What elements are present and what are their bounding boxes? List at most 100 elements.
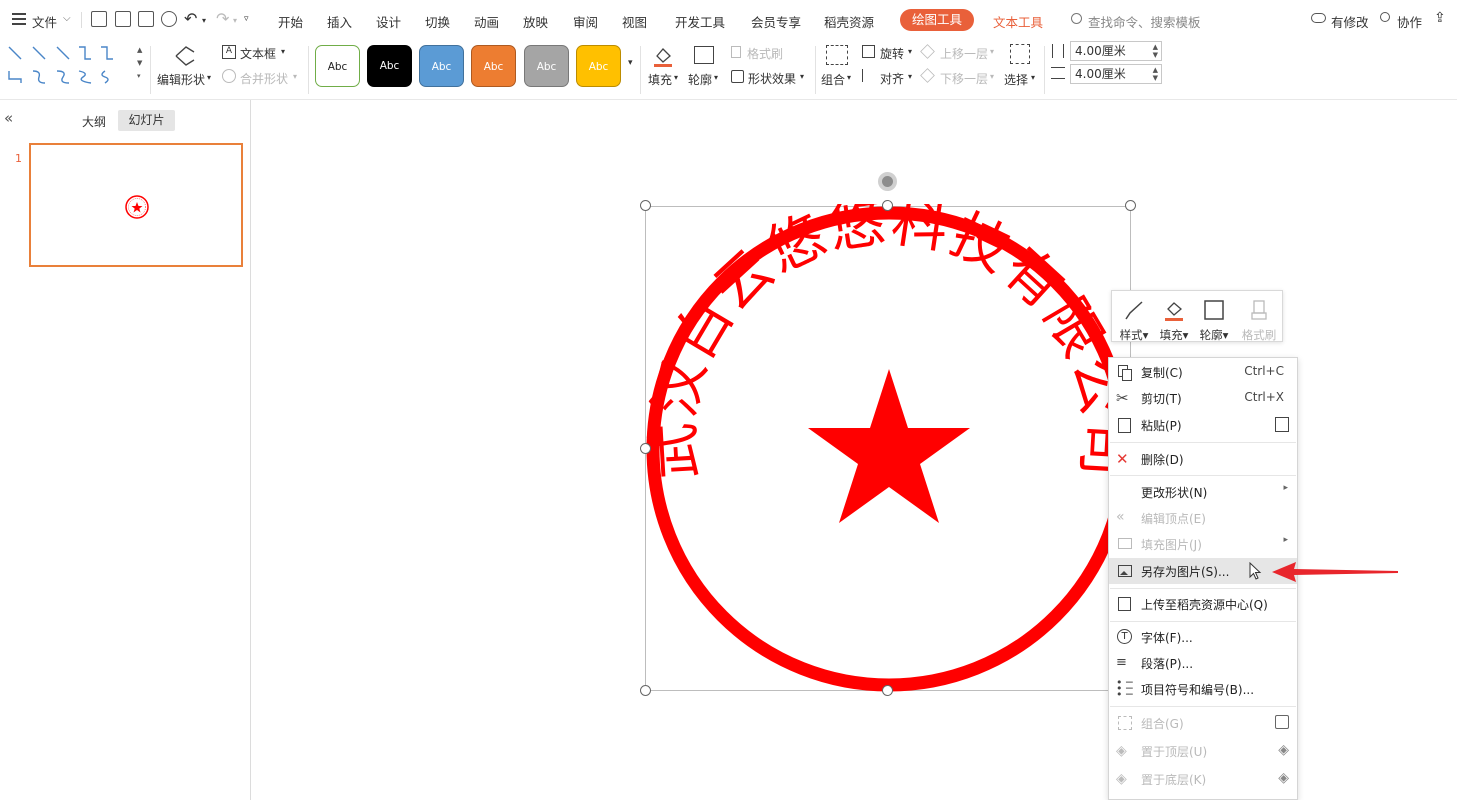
edit-shape-button[interactable]: 编辑形状	[157, 71, 205, 88]
collab-button[interactable]: 协作	[1397, 12, 1422, 31]
width-icon	[1051, 67, 1065, 79]
search-icon[interactable]	[1071, 13, 1082, 24]
select-button[interactable]: 选择	[1004, 71, 1028, 88]
tab-design[interactable]: 设计	[376, 12, 401, 31]
resize-handle-ml[interactable]	[640, 443, 651, 454]
resize-handle-bl[interactable]	[640, 685, 651, 696]
menu-paste[interactable]: 粘贴(P)	[1109, 412, 1297, 438]
height-icon	[1052, 44, 1064, 58]
tab-developer[interactable]: 开发工具	[675, 12, 725, 31]
tab-slides[interactable]: 幻灯片	[118, 110, 175, 131]
resize-handle-bc[interactable]	[882, 685, 893, 696]
resize-handle-tc[interactable]	[882, 200, 893, 211]
tab-docer[interactable]: 稻壳资源	[824, 12, 874, 31]
paragraph-icon: ≡	[1116, 655, 1127, 670]
merge-shape-button: 合并形状	[240, 72, 289, 86]
tab-start[interactable]: 开始	[278, 12, 303, 31]
undo-dropdown-icon[interactable]: ▾	[202, 16, 206, 25]
user-icon[interactable]	[1380, 12, 1390, 22]
outline-button[interactable]: 轮廓	[688, 71, 712, 88]
edit-shape-icon[interactable]	[172, 44, 198, 68]
style-more-icon[interactable]: ▾	[628, 58, 633, 68]
tab-insert[interactable]: 插入	[327, 12, 352, 31]
share-icon[interactable]: ⇪	[1434, 10, 1446, 26]
gallery-scroll[interactable]: ▲ ▼ ▾	[137, 44, 142, 83]
shape-effect-icon[interactable]	[731, 70, 744, 83]
redo-dropdown-icon[interactable]: ▾	[233, 16, 237, 25]
redo-icon[interactable]: ↷	[216, 9, 229, 28]
slide-panel: « 大纲 幻灯片 1	[0, 100, 251, 800]
rotate-icon[interactable]	[862, 45, 875, 58]
tab-review[interactable]: 审阅	[573, 12, 598, 31]
menu-font[interactable]: T 字体(F)...	[1109, 624, 1297, 650]
menu-upload-docer[interactable]: 上传至稻壳资源中心(Q)	[1109, 591, 1297, 617]
send-backward-button: 下移一层	[940, 72, 989, 86]
menu-bullets[interactable]: • ─ • ─ • ─ 项目符号和编号(B)...	[1109, 676, 1297, 702]
slide-thumbnail[interactable]	[29, 143, 243, 267]
fill-icon[interactable]	[651, 44, 675, 68]
bullet-list-icon: • ─ • ─ • ─	[1116, 676, 1133, 701]
menu-copy[interactable]: 复制(C) Ctrl+C	[1109, 359, 1297, 385]
menu-paragraph[interactable]: ≡ 段落(P)...	[1109, 650, 1297, 676]
shape-style-3[interactable]: Abc	[419, 45, 464, 87]
picture-icon	[1116, 535, 1134, 553]
merge-shape-icon	[222, 69, 236, 83]
outline-icon[interactable]	[694, 46, 714, 64]
cloud-icon[interactable]	[1311, 13, 1326, 23]
save-icon[interactable]	[91, 11, 107, 27]
mini-format-brush-button: 格式刷	[1238, 299, 1280, 343]
fill-button[interactable]: 填充	[648, 71, 672, 88]
export-icon[interactable]	[115, 11, 131, 27]
group-button[interactable]: 组合	[821, 71, 845, 88]
shape-effect-button[interactable]: 形状效果	[748, 70, 796, 87]
tab-text-tools[interactable]: 文本工具	[993, 12, 1043, 31]
modified-status[interactable]: 有修改	[1331, 12, 1369, 31]
menu-cut[interactable]: ✂ 剪切(T) Ctrl+X	[1109, 385, 1297, 411]
shape-style-5[interactable]: Abc	[524, 45, 569, 87]
tab-transition[interactable]: 切换	[425, 12, 450, 31]
shape-style-2[interactable]: Abc	[367, 45, 412, 87]
tab-drawing-tools[interactable]: 绘图工具	[900, 9, 974, 31]
shape-style-4[interactable]: Abc	[471, 45, 516, 87]
align-button[interactable]: 对齐	[880, 70, 904, 87]
search-input[interactable]: 查找命令、搜索模板	[1088, 12, 1201, 31]
hamburger-icon[interactable]	[12, 13, 26, 25]
rotate-button[interactable]: 旋转	[880, 45, 904, 62]
file-menu[interactable]: 文件	[32, 12, 57, 31]
mini-outline-button[interactable]: 轮廓▾	[1194, 299, 1234, 343]
print-preview-icon[interactable]	[161, 11, 177, 27]
tab-slideshow[interactable]: 放映	[523, 12, 548, 31]
annotation-arrow	[1272, 562, 1398, 582]
undo-icon[interactable]: ↶	[184, 9, 197, 28]
line-shapes-gallery[interactable]	[5, 43, 135, 87]
customize-icon[interactable]: ▿	[244, 14, 249, 24]
paste-options-icon[interactable]	[1275, 417, 1289, 432]
chevron-down-icon[interactable]: ⌵	[63, 13, 71, 24]
width-input[interactable]: 4.00厘米 ▲ ▼	[1070, 64, 1162, 84]
height-input[interactable]: 4.00厘米 ▲ ▼	[1070, 41, 1162, 61]
mini-style-button[interactable]: 样式▾	[1114, 299, 1154, 343]
resize-handle-tl[interactable]	[640, 200, 651, 211]
print-icon[interactable]	[138, 11, 154, 27]
textbox-button[interactable]: 文本框	[240, 45, 276, 62]
menu-change-shape[interactable]: 更改形状(N) ▸	[1109, 479, 1297, 505]
textbox-icon[interactable]: A	[222, 45, 236, 59]
collapse-icon[interactable]: «	[4, 109, 13, 127]
tab-outline[interactable]: 大纲	[82, 113, 106, 130]
shape-style-6[interactable]: Abc	[576, 45, 621, 87]
menu-save-as-picture[interactable]: 另存为图片(S)...	[1109, 558, 1297, 584]
tab-animation[interactable]: 动画	[474, 12, 499, 31]
menu-delete[interactable]: ✕ 删除(D)	[1109, 446, 1297, 472]
tab-member[interactable]: 会员专享	[751, 12, 801, 31]
resize-handle-tr[interactable]	[1125, 200, 1136, 211]
seal-star	[808, 369, 970, 523]
group-icon[interactable]	[826, 45, 848, 65]
shape-style-1[interactable]: Abc	[315, 45, 360, 87]
align-icon[interactable]	[862, 69, 875, 82]
company-seal[interactable]: 武汉白云悠悠科技有限公司	[644, 204, 1134, 694]
select-icon[interactable]	[1010, 44, 1030, 64]
submenu-arrow-icon: ▸	[1283, 535, 1288, 545]
tab-view[interactable]: 视图	[622, 12, 647, 31]
rotate-handle-icon[interactable]	[878, 172, 897, 191]
mini-fill-button[interactable]: 填充▾	[1154, 299, 1194, 343]
